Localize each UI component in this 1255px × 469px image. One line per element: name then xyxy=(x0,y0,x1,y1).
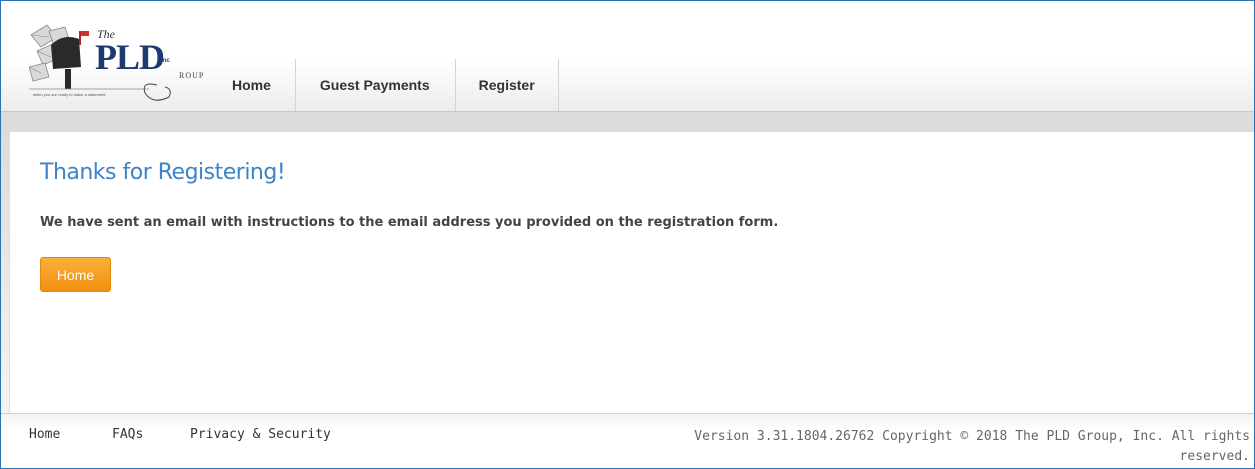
logo-pld-text: PLD xyxy=(95,37,165,77)
footer: Home FAQs Privacy & Security Version 3.3… xyxy=(1,413,1254,468)
browser-frame: The PLD Inc ROUP when you are ready to m… xyxy=(0,0,1255,469)
header-band xyxy=(1,112,1254,132)
logo-tagline: when you are ready to make a statement xyxy=(33,92,106,97)
page-title: Thanks for Registering! xyxy=(40,160,286,185)
footer-link-home[interactable]: Home xyxy=(29,427,60,442)
footer-link-faqs[interactable]: FAQs xyxy=(112,427,143,442)
header: The PLD Inc ROUP when you are ready to m… xyxy=(1,1,1254,112)
home-button[interactable]: Home xyxy=(40,257,111,292)
copyright-text: Version 3.31.1804.26762 Copyright © 2018… xyxy=(694,429,1250,464)
left-shade xyxy=(1,132,9,413)
nav-item-register[interactable]: Register xyxy=(456,59,559,111)
main-content: Thanks for Registering! We have sent an … xyxy=(9,132,1254,413)
main-nav: Home Guest Payments Register xyxy=(219,59,559,111)
nav-item-home[interactable]: Home xyxy=(219,59,296,111)
footer-link-privacy-security[interactable]: Privacy & Security xyxy=(190,427,331,442)
logo-roup-text: ROUP xyxy=(179,71,205,80)
pld-group-logo[interactable]: The PLD Inc ROUP when you are ready to m… xyxy=(28,23,209,103)
logo-inc-text: Inc xyxy=(161,58,170,64)
nav-item-guest-payments[interactable]: Guest Payments xyxy=(296,59,456,111)
confirmation-message: We have sent an email with instructions … xyxy=(40,215,779,230)
